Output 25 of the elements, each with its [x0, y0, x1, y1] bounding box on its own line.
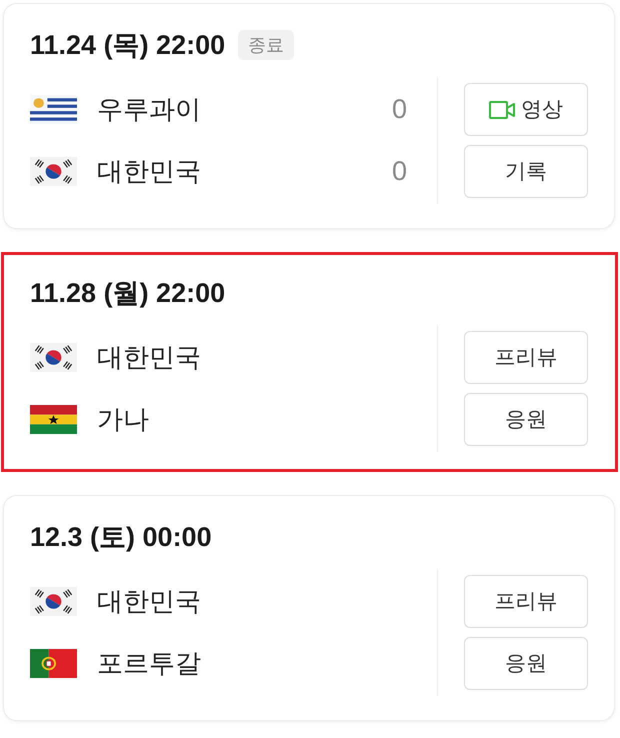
ghana-flag-icon: [30, 405, 77, 434]
portugal-flag-icon: [30, 649, 77, 678]
uruguay-flag-icon: [30, 95, 77, 124]
south-korea-flag-icon: [30, 157, 77, 186]
match-action-button[interactable]: 응원: [464, 393, 588, 446]
team-score: 0: [392, 93, 407, 126]
match-date-time: 11.28 (월) 22:00: [30, 277, 226, 309]
team-name: 포르투갈: [97, 647, 201, 680]
status-badge: 종료: [238, 30, 294, 60]
match-action-button[interactable]: 프리뷰: [464, 575, 588, 628]
match-action-button[interactable]: 응원: [464, 637, 588, 690]
match-date-time: 12.3 (토) 00:00: [30, 521, 212, 553]
match-action-button[interactable]: 기록: [464, 145, 588, 198]
team-name: 가나: [97, 403, 149, 436]
match-action-button[interactable]: 영상: [464, 83, 588, 136]
south-korea-flag-icon: [30, 343, 77, 372]
match-action-button[interactable]: 프리뷰: [464, 331, 588, 384]
team-name: 대한민국: [97, 341, 201, 374]
team-score: 0: [392, 155, 407, 188]
south-korea-flag-icon: [30, 587, 77, 616]
match-date-time: 11.24 (목) 22:00: [30, 29, 226, 61]
team-name: 대한민국: [97, 585, 201, 618]
team-name: 우루과이: [97, 93, 201, 126]
team-name: 대한민국: [97, 155, 201, 188]
video-camera-icon: [489, 100, 515, 120]
